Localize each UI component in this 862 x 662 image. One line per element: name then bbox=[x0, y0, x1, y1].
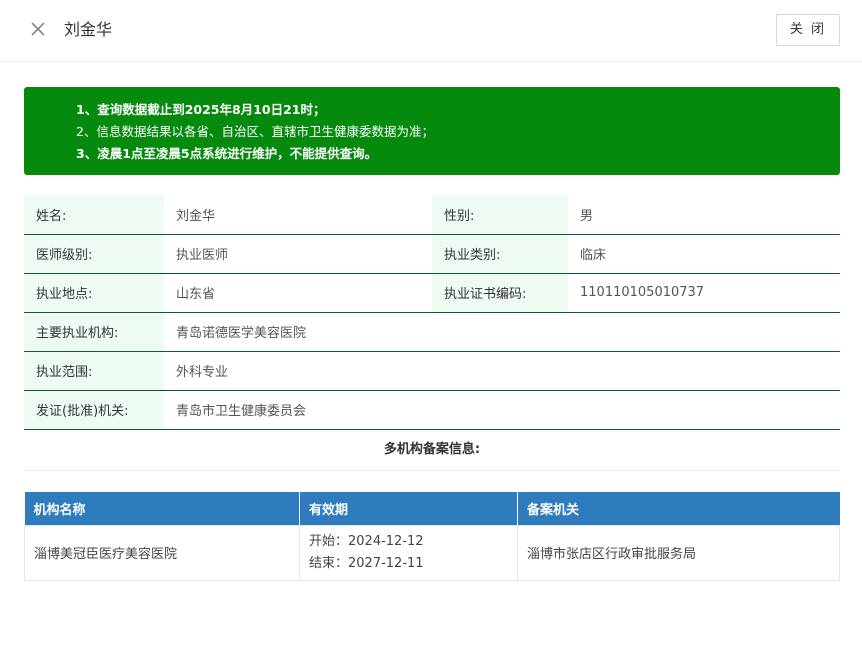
multi-org-title: 多机构备案信息: bbox=[24, 431, 840, 471]
location-label: 执业地点: bbox=[24, 273, 164, 313]
notice-banner: 1、查询数据截止到2025年8月10日21时； 2、信息数据结果以各省、自治区、… bbox=[24, 87, 840, 175]
notice-line-1: 1、查询数据截止到2025年8月10日21时； bbox=[76, 102, 326, 117]
org-name-cell: 淄博美冠臣医疗美容医院 bbox=[24, 524, 300, 581]
column-header-validity: 有效期 bbox=[299, 492, 518, 525]
validity-start: 开始：2024-12-12 bbox=[309, 533, 424, 549]
table-row: 执业范围: 外科专业 bbox=[24, 351, 840, 391]
level-label: 医师级别: bbox=[24, 234, 164, 274]
notice-line-3: 3、凌晨1点至凌晨5点系统进行维护，不能提供查询。 bbox=[76, 146, 378, 161]
column-header-org: 机构名称 bbox=[24, 492, 300, 525]
table-row: 淄博美冠臣医疗美容医院 开始：2024-12-12 结束：2027-12-11 … bbox=[24, 524, 840, 581]
notice-line-2: 2、信息数据结果以各省、自治区、直辖市卫生健康委数据为准； bbox=[76, 124, 434, 139]
multi-org-table: 机构名称 有效期 备案机关 淄博美冠臣医疗美容医院 开始：2024-12-12 … bbox=[24, 492, 840, 581]
table-row: 执业地点: 山东省 执业证书编码: 110110105010737 bbox=[24, 273, 840, 313]
gender-value: 男 bbox=[568, 195, 840, 235]
category-value: 临床 bbox=[568, 234, 840, 274]
cert-label: 执业证书编码: bbox=[432, 273, 568, 313]
authority-cell: 淄博市张店区行政审批服务局 bbox=[517, 524, 840, 581]
scope-label: 执业范围: bbox=[24, 351, 164, 391]
validity-end: 结束：2027-12-11 bbox=[309, 555, 424, 571]
table-row: 主要执业机构: 青岛诺德医学美容医院 bbox=[24, 312, 840, 352]
close-icon[interactable] bbox=[28, 19, 48, 39]
modal-header: 刘金华 关 闭 bbox=[0, 0, 862, 62]
validity-cell: 开始：2024-12-12 结束：2027-12-11 bbox=[299, 524, 518, 581]
org-value: 青岛诺德医学美容医院 bbox=[164, 312, 840, 352]
table-row: 发证(批准)机关: 青岛市卫生健康委员会 bbox=[24, 390, 840, 430]
gender-label: 性别: bbox=[432, 195, 568, 235]
level-value: 执业医师 bbox=[164, 234, 432, 274]
issuer-value: 青岛市卫生健康委员会 bbox=[164, 390, 840, 430]
location-value: 山东省 bbox=[164, 273, 432, 313]
page-title: 刘金华 bbox=[64, 20, 113, 39]
cert-value: 110110105010737 bbox=[568, 273, 840, 313]
table-row: 医师级别: 执业医师 执业类别: 临床 bbox=[24, 234, 840, 274]
org-label: 主要执业机构: bbox=[24, 312, 164, 352]
close-button[interactable]: 关 闭 bbox=[776, 14, 840, 46]
category-label: 执业类别: bbox=[432, 234, 568, 274]
name-label: 姓名: bbox=[24, 195, 164, 235]
table-row: 姓名: 刘金华 性别: 男 bbox=[24, 195, 840, 235]
name-value: 刘金华 bbox=[164, 195, 432, 235]
table-header-row: 机构名称 有效期 备案机关 bbox=[24, 492, 840, 525]
column-header-authority: 备案机关 bbox=[517, 492, 840, 525]
scope-value: 外科专业 bbox=[164, 351, 840, 391]
doctor-info-table: 姓名: 刘金华 性别: 男 医师级别: 执业医师 执业类别: 临床 执业地点: … bbox=[24, 195, 840, 430]
issuer-label: 发证(批准)机关: bbox=[24, 390, 164, 430]
